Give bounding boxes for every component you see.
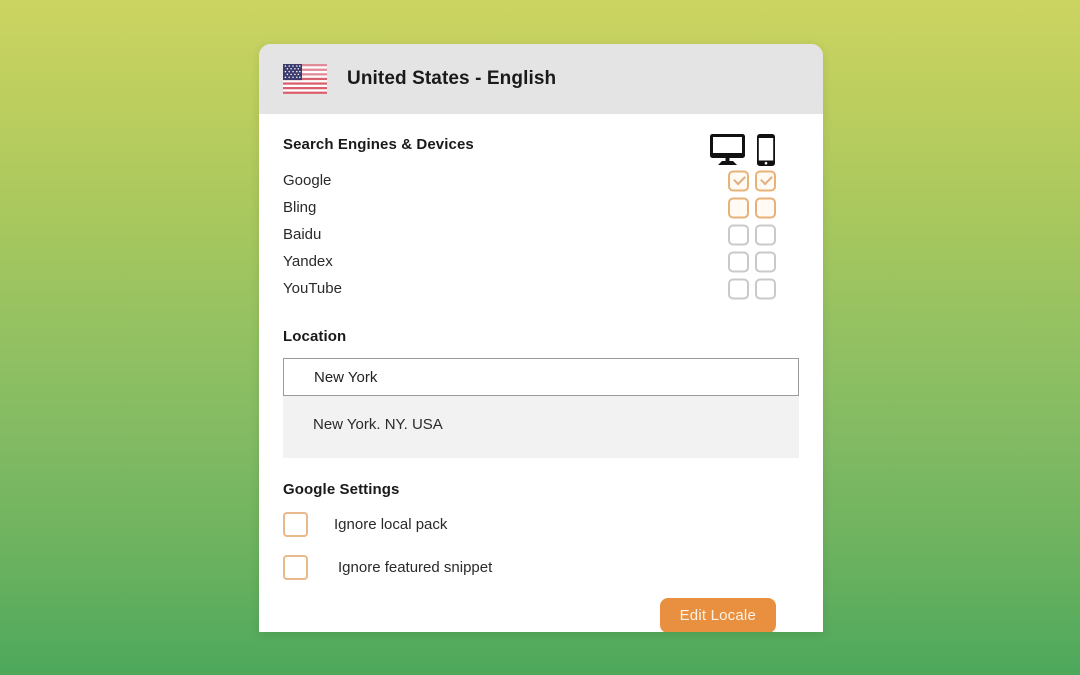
card-body: Search Engines & Devices Google Bling Ba… (259, 114, 823, 632)
device-column-icons (710, 134, 775, 166)
google-settings-heading: Google Settings (283, 481, 400, 498)
engine-row: YouTube (283, 275, 799, 302)
location-suggestion-item[interactable]: New York. NY. USA (283, 400, 799, 448)
engine-checkbox-group (728, 197, 776, 218)
engine-checkbox-baidu-mobile[interactable] (755, 224, 776, 245)
location-heading: Location (283, 328, 347, 345)
edit-locale-button[interactable]: Edit Locale (659, 598, 776, 632)
search-engines-section: Search Engines & Devices Google Bling Ba… (283, 134, 799, 302)
engine-checkbox-bling-mobile[interactable] (755, 197, 776, 218)
engine-label: Bling (283, 199, 317, 216)
setting-label: Ignore local pack (334, 515, 448, 533)
engine-checkbox-bling-desktop[interactable] (728, 197, 749, 218)
engine-row: Bling (283, 194, 799, 221)
engine-label: YouTube (283, 280, 342, 297)
engine-checkbox-group (728, 224, 776, 245)
locale-settings-card: United States - English Search Engines &… (259, 44, 823, 632)
setting-label: Ignore featured snippet (338, 558, 493, 576)
location-input[interactable] (283, 358, 799, 396)
engine-checkbox-google-desktop[interactable] (728, 170, 749, 191)
engine-checkbox-group (728, 170, 776, 191)
engine-checkbox-youtube-mobile[interactable] (755, 278, 776, 299)
engine-row: Google (283, 167, 799, 194)
engine-checkbox-baidu-desktop[interactable] (728, 224, 749, 245)
engine-row: Yandex (283, 248, 799, 275)
mobile-icon (757, 134, 775, 166)
engine-checkbox-yandex-desktop[interactable] (728, 251, 749, 272)
us-flag-icon (283, 64, 327, 94)
engine-checkbox-group (728, 278, 776, 299)
desktop-icon (710, 134, 745, 165)
checkbox-ignore-featured-snippet[interactable] (283, 554, 308, 580)
engine-rows: Google Bling Baidu Yandex YouTube (283, 167, 799, 302)
card-header: United States - English (259, 44, 823, 114)
engine-checkbox-yandex-mobile[interactable] (755, 251, 776, 272)
setting-row-ignore-featured-snippet: Ignore featured snippet (283, 550, 799, 584)
card-title: United States - English (347, 68, 557, 89)
location-section: Location New York. NY. USA (283, 328, 799, 458)
engine-label: Baidu (283, 226, 322, 243)
engine-label: Google (283, 172, 332, 189)
setting-row-ignore-local-pack: Ignore local pack (283, 507, 799, 541)
checkbox-ignore-local-pack[interactable] (283, 511, 308, 537)
engine-label: Yandex (283, 253, 333, 270)
location-suggestions-dropdown: New York. NY. USA (283, 396, 799, 458)
google-settings-section: Google Settings Ignore local pack Ignore… (283, 481, 799, 584)
engine-checkbox-google-mobile[interactable] (755, 170, 776, 191)
engine-checkbox-group (728, 251, 776, 272)
card-footer: Edit Locale (283, 598, 799, 632)
engine-checkbox-youtube-desktop[interactable] (728, 278, 749, 299)
engine-row: Baidu (283, 221, 799, 248)
